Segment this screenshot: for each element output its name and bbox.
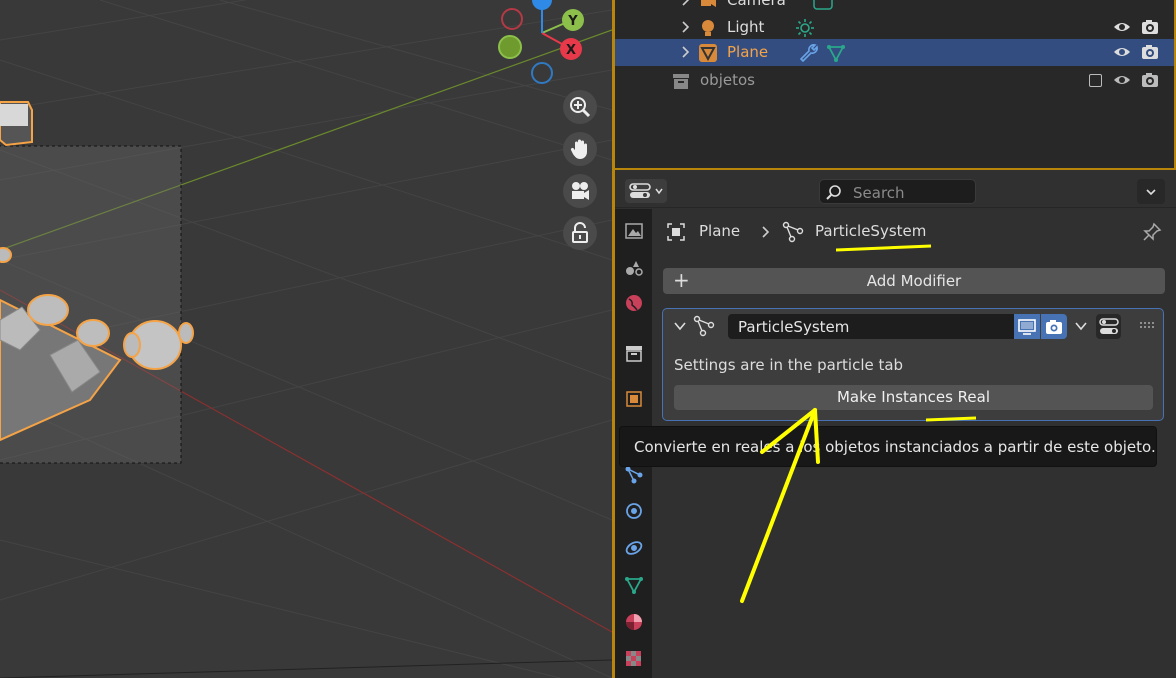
output-icon: [626, 261, 643, 276]
chevron-down-icon: [654, 188, 663, 195]
particle-system-modifier-panel: ParticleSystem Settings are in the parti…: [662, 308, 1164, 421]
chevron-right-icon[interactable]: [677, 44, 693, 60]
object-icon: [667, 223, 685, 241]
tab-data[interactable]: [620, 571, 648, 599]
navigation-gizmo: [498, 0, 584, 84]
drag-handle-icon[interactable]: [1139, 321, 1155, 329]
properties-editor-icon: [628, 183, 651, 198]
zoom-button[interactable]: [563, 90, 597, 124]
mesh-data-icon[interactable]: [826, 43, 846, 63]
physics-icon: [626, 503, 642, 519]
make-instances-real-label: Make Instances Real: [836, 388, 990, 406]
modifier-name-field[interactable]: ParticleSystem: [728, 314, 1014, 339]
chevron-down-icon[interactable]: [1074, 319, 1088, 333]
hand-icon: [570, 139, 587, 159]
collapse-chevron-icon[interactable]: [673, 319, 687, 333]
chevron-right-icon[interactable]: [677, 19, 693, 35]
toggle-options-icon: [1098, 317, 1119, 334]
search-placeholder: Search: [853, 184, 905, 202]
add-modifier-label: Add Modifier: [866, 272, 962, 290]
unlock-icon: [572, 222, 588, 243]
editor-type-button[interactable]: [625, 179, 667, 203]
outliner-row-light[interactable]: Light: [615, 14, 1174, 41]
chevron-right-icon[interactable]: [677, 0, 693, 8]
modifier-settings-text: Settings are in the particle tab: [674, 356, 904, 374]
breadcrumb: Plane ParticleSystem: [652, 209, 1176, 255]
zoom-icon: [570, 97, 591, 118]
modifier-extras-button[interactable]: [1096, 314, 1121, 339]
tab-render[interactable]: [620, 217, 648, 245]
properties-search-input[interactable]: Search: [819, 179, 976, 204]
outliner: Camera Light Plane objetos: [615, 0, 1176, 170]
render-icon: [625, 223, 643, 239]
camera-icon: [572, 182, 589, 200]
tab-physics[interactable]: [620, 497, 648, 525]
tab-world[interactable]: [620, 289, 648, 317]
show-viewport-toggle[interactable]: [1014, 314, 1040, 339]
outliner-row-plane[interactable]: Plane: [615, 39, 1174, 66]
render-camera-icon[interactable]: [1141, 43, 1159, 61]
texture-icon: [626, 651, 641, 666]
outliner-row-objetos[interactable]: objetos: [615, 67, 1174, 94]
tooltip-text: Convierte en reales a los objetos instan…: [634, 438, 1156, 456]
tab-object[interactable]: [620, 385, 648, 413]
render-camera-icon[interactable]: [1141, 18, 1159, 36]
light-object-icon: [702, 20, 714, 36]
outliner-label: objetos: [700, 71, 755, 89]
constraints-icon: [625, 541, 643, 555]
render-camera-icon: [1046, 319, 1062, 334]
mesh-data-icon: [625, 577, 643, 594]
pin-icon[interactable]: [1142, 222, 1162, 242]
camera-data-icon[interactable]: [813, 0, 833, 11]
make-instances-real-button[interactable]: Make Instances Real: [674, 385, 1153, 410]
particles-icon: [693, 315, 715, 337]
chevron-down-icon: [1146, 188, 1156, 195]
outliner-row-camera[interactable]: Camera: [615, 0, 1174, 14]
exclude-checkbox[interactable]: [1089, 74, 1102, 87]
material-icon: [626, 614, 642, 630]
particles-icon: [782, 221, 804, 243]
modifier-name-value: ParticleSystem: [738, 318, 850, 336]
3d-viewport[interactable]: Y X: [0, 0, 612, 678]
tab-material[interactable]: [620, 608, 648, 636]
collection-icon: [673, 74, 689, 89]
tab-output[interactable]: [620, 253, 648, 281]
mesh-object-icon: [699, 44, 717, 62]
show-render-toggle[interactable]: [1041, 314, 1067, 339]
breadcrumb-modifier: ParticleSystem: [815, 222, 927, 240]
outliner-label: Plane: [727, 43, 769, 61]
header-options-dropdown[interactable]: [1137, 179, 1165, 204]
camera-view-button[interactable]: [563, 174, 597, 208]
render-camera-icon[interactable]: [1141, 71, 1159, 89]
collection-icon: [626, 346, 642, 362]
visibility-eye-icon[interactable]: [1113, 44, 1131, 60]
properties-header: Search: [615, 172, 1176, 208]
breadcrumb-object: Plane: [699, 222, 741, 240]
tooltip: Convierte en reales a los objetos instan…: [619, 426, 1157, 467]
chevron-right-icon: [762, 226, 770, 238]
monitor-icon: [1018, 318, 1036, 335]
gizmo-x-label: X: [566, 43, 576, 58]
camera-object-icon: [701, 0, 716, 7]
light-data-icon[interactable]: [795, 18, 815, 38]
tab-collection[interactable]: [620, 339, 648, 367]
world-icon: [626, 295, 642, 311]
particles-icon: [625, 466, 643, 484]
outliner-label: Camera: [727, 0, 786, 9]
visibility-eye-icon[interactable]: [1113, 72, 1131, 88]
add-modifier-button[interactable]: + Add Modifier: [663, 268, 1165, 294]
wrench-icon[interactable]: [799, 43, 819, 63]
object-icon: [626, 391, 642, 407]
visibility-eye-icon[interactable]: [1113, 19, 1131, 35]
pan-button[interactable]: [563, 132, 597, 166]
viewport-scene: Y X: [0, 0, 612, 678]
properties-editor: Search Plane ParticleSystem + Add Modifi…: [615, 172, 1176, 678]
tab-texture[interactable]: [620, 645, 648, 673]
blender-window: Y X Camera Light Plane objetos Search Pl…: [0, 0, 1176, 678]
tab-constraints[interactable]: [620, 534, 648, 562]
lock-camera-button[interactable]: [563, 216, 597, 250]
outliner-label: Light: [727, 18, 765, 36]
gizmo-y-label: Y: [567, 14, 578, 29]
search-icon: [826, 185, 841, 200]
